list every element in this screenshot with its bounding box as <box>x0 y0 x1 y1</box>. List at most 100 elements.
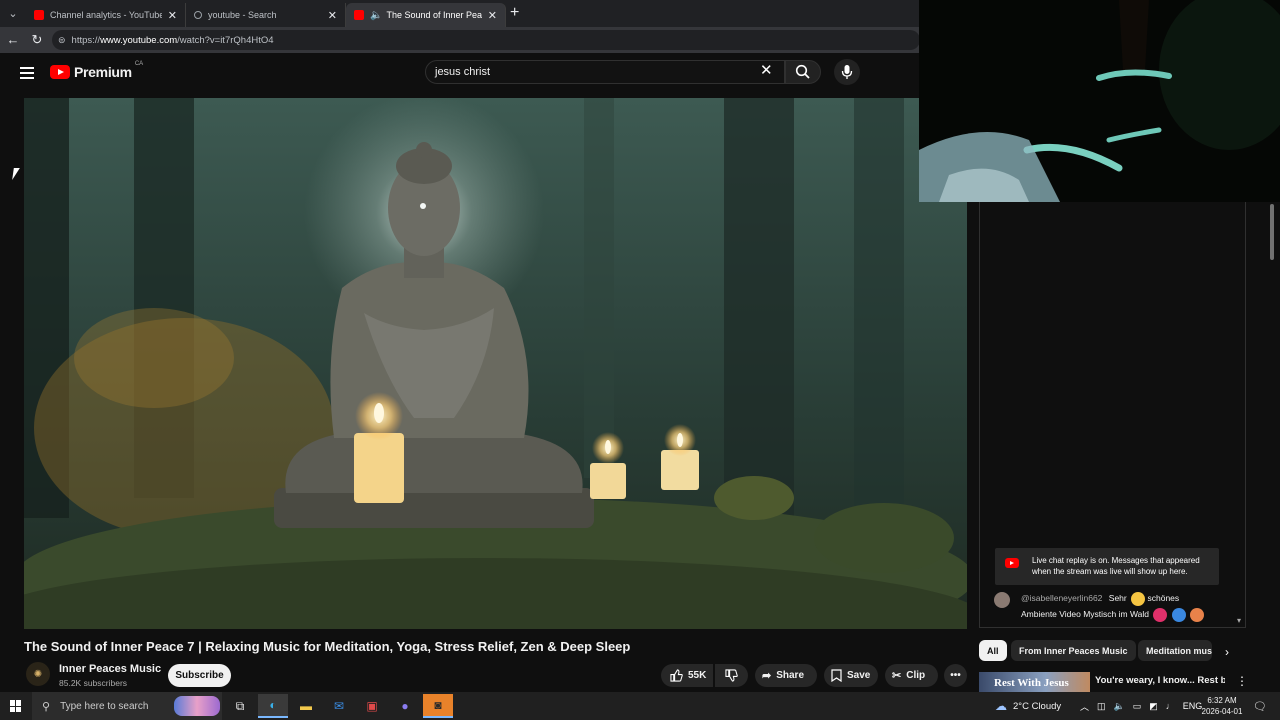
save-label: Save <box>847 670 871 681</box>
weather-widget[interactable]: ☁ 2°C Cloudy <box>995 692 1061 720</box>
subscribe-button[interactable]: Subscribe <box>168 664 231 687</box>
owl-emoji-icon <box>1190 607 1205 622</box>
tab-list-chevron-icon[interactable]: ⌄ <box>4 5 22 23</box>
youtube-icon <box>34 10 44 20</box>
taskbar-search-input[interactable]: ⚲ Type here to search <box>32 692 222 720</box>
notification-center-icon[interactable]: 🗨 <box>1253 700 1267 713</box>
more-vertical-icon[interactable]: ⋮ <box>1236 674 1248 688</box>
chip-all[interactable]: All <box>979 640 1007 661</box>
youtube-icon <box>1005 558 1019 568</box>
speaker-icon[interactable]: 🔈 <box>370 10 382 21</box>
bird-emoji-icon <box>1171 607 1186 622</box>
system-tray: ︿ ◫ 🔈 ▭ ◩ ♩ ENG <box>1080 692 1210 720</box>
close-icon[interactable]: ✕ <box>328 9 337 22</box>
site-info-icon[interactable]: ⊜ <box>58 35 66 46</box>
windows-start-icon[interactable] <box>10 700 22 712</box>
like-count: 55K <box>688 670 707 681</box>
video-player[interactable] <box>24 98 967 629</box>
tab-title: Channel analytics - YouTube Studio <box>50 10 162 20</box>
show-hidden-icons-chevron-icon[interactable]: ︿ <box>1080 700 1089 713</box>
search-button[interactable] <box>785 60 821 84</box>
avatar[interactable] <box>994 592 1010 608</box>
webcam-frame <box>919 0 1280 202</box>
microphone-tray-icon[interactable]: ♩ <box>1166 701 1175 711</box>
video-frame-buddha-forest <box>24 98 967 629</box>
back-arrow-icon[interactable]: ← <box>2 32 24 47</box>
url-field[interactable]: ⊜ https://www.youtube.com/watch?v=it7rQh… <box>52 30 920 50</box>
page-scrollbar[interactable] <box>1268 202 1276 692</box>
windows-taskbar: ⚲ Type here to search ⧉ ◐ ▬ ✉ ▣ ● ◙ ☁ 2°… <box>0 692 1280 720</box>
cloudy-weather-icon: ☁ <box>995 699 1007 713</box>
volume-icon[interactable]: 🔈 <box>1114 701 1125 712</box>
bookmark-icon <box>831 669 842 682</box>
dislike-button[interactable] <box>715 664 748 687</box>
reload-icon[interactable]: ↻ <box>26 32 48 48</box>
channel-avatar[interactable]: ✺ <box>26 662 50 686</box>
tab-youtube-search[interactable]: youtube - Search ✕ <box>186 3 346 27</box>
share-arrow-icon: ➦ <box>762 670 772 682</box>
task-view-icon[interactable]: ⧉ <box>225 694 255 718</box>
clock-time: 6:32 AM <box>1207 696 1237 705</box>
share-button[interactable]: ➦ Share <box>755 664 817 687</box>
discord-app-icon[interactable]: ● <box>390 694 420 718</box>
chat-message: @isabelleneyerlin662 Sehr schönes Ambien… <box>994 590 1234 622</box>
chat-text: Ambiente Video Mystisch im Wald <box>1021 609 1150 619</box>
url-prefix: https:// <box>71 34 101 46</box>
youtube-premium-logo[interactable]: Premium CA <box>50 61 144 80</box>
thumbs-up-emoji-icon <box>1131 591 1146 606</box>
search-input[interactable]: jesus christ <box>425 60 785 84</box>
chevron-right-icon[interactable]: › <box>1225 645 1229 659</box>
recommendation-thumbnail[interactable]: Rest With Jesus <box>979 672 1090 692</box>
close-icon[interactable]: ✕ <box>168 9 177 22</box>
recommendation-title[interactable]: You're weary, I know... Rest by <box>1095 674 1225 687</box>
chat-text: Sehr <box>1108 593 1127 603</box>
tab-channel-analytics[interactable]: Channel analytics - YouTube Studio ✕ <box>26 3 186 27</box>
chat-author[interactable]: @isabelleneyerlin662 <box>1021 593 1102 603</box>
thumbs-down-icon <box>725 669 738 682</box>
logo-text: Premium <box>74 64 132 80</box>
tab-title: youtube - Search <box>208 10 277 20</box>
close-icon[interactable]: ✕ <box>488 9 497 22</box>
chat-text: schönes <box>1147 593 1180 603</box>
subscriber-count: 85.2K subscribers <box>59 678 128 688</box>
chip-meditation-music[interactable]: Meditation mus <box>1138 640 1212 661</box>
more-dots-icon: ••• <box>950 670 961 681</box>
search-value: jesus christ <box>435 66 491 78</box>
chat-scroll-down-icon[interactable]: ▾ <box>1237 616 1241 625</box>
android-app-icon[interactable]: ◙ <box>423 694 453 718</box>
chip-from-channel[interactable]: From Inner Peaces Music <box>1011 640 1136 661</box>
app-tray-icon[interactable]: ▭ <box>1133 701 1142 712</box>
gift-app-icon[interactable]: ▣ <box>357 694 387 718</box>
clock-date: 2026-04-01 <box>1201 707 1243 716</box>
mouse-cursor-icon <box>12 168 20 180</box>
search-icon: ⚲ <box>42 700 51 713</box>
share-label: Share <box>776 670 805 681</box>
save-button[interactable]: Save <box>824 664 878 687</box>
heart-emoji-icon <box>1153 607 1168 622</box>
notice-text: Live chat replay is on. Messages that ap… <box>1032 556 1200 576</box>
region-code: CA <box>134 61 144 67</box>
channel-name[interactable]: Inner Peaces Music <box>59 663 161 675</box>
scrollbar-thumb[interactable] <box>1270 204 1274 260</box>
file-explorer-icon[interactable]: ▬ <box>291 694 321 718</box>
weather-text: 2°C Cloudy <box>1013 700 1062 712</box>
new-tab-plus-icon[interactable]: + <box>510 4 519 22</box>
search-highlight-image <box>174 696 220 716</box>
voice-search-button[interactable] <box>834 59 860 85</box>
thumbs-up-icon <box>670 669 683 682</box>
tray-app-icon[interactable]: ◩ <box>1149 701 1158 712</box>
menu-icon[interactable] <box>20 67 34 79</box>
scissors-icon: ✂ <box>892 670 902 682</box>
edge-browser-icon[interactable]: ◐ <box>258 694 288 718</box>
youtube-header: Premium CA jesus christ ✕ <box>0 53 920 98</box>
clip-button[interactable]: ✂ Clip <box>885 664 938 687</box>
clear-search-icon[interactable]: ✕ <box>760 61 773 79</box>
clip-label: Clip <box>906 670 926 681</box>
tab-video-active[interactable]: 🔈 The Sound of Inner Peace 7 | Rel ✕ <box>346 3 506 27</box>
mail-icon[interactable]: ✉ <box>324 694 354 718</box>
search-icon <box>795 64 810 79</box>
network-icon[interactable]: ◫ <box>1097 701 1106 712</box>
clock[interactable]: 6:32 AM 2026-04-01 <box>1200 695 1244 717</box>
like-button[interactable]: 55K <box>661 664 713 687</box>
more-actions-button[interactable]: ••• <box>944 664 967 687</box>
